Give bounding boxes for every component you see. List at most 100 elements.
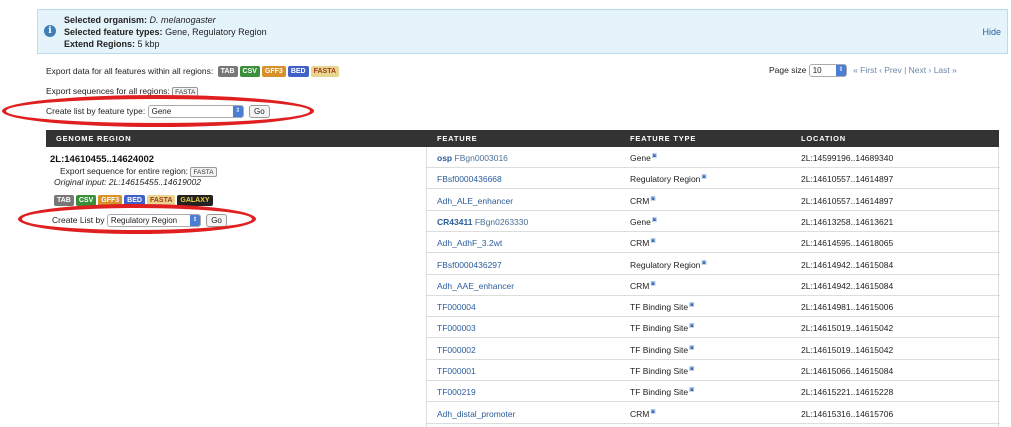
feature-types-value: Gene, Regulatory Region <box>165 27 267 37</box>
export-tab-button[interactable]: TAB <box>217 66 238 78</box>
feature-type-text: CRM <box>630 238 650 249</box>
export-all-label: Export data for all features within all … <box>46 66 214 76</box>
export-gff3-button[interactable]: GFF3 <box>261 66 286 78</box>
feature-type-text: TF Binding Site <box>630 366 689 376</box>
ontology-link-icon[interactable]: ▣ <box>701 174 706 180</box>
feature-type-text: TF Binding Site <box>630 323 689 334</box>
location-cell: 2L:14599196..14689340 <box>801 153 894 163</box>
export-csv-button[interactable]: CSV <box>239 66 260 78</box>
location-cell: 2L:14615019..14615042 <box>801 323 894 334</box>
original-input: Original input: 2L:14615455..14619002 <box>54 177 201 187</box>
ontology-link-icon[interactable]: ▣ <box>652 153 657 159</box>
table-row: TF000002 TF Binding Site▣ 2L:14615019..146… <box>427 339 1000 360</box>
table-header: GENOME REGION FEATURE FEATURE TYPE LOCAT… <box>46 130 999 147</box>
region-export-row: Export sequence for entire region: FASTA <box>60 166 217 177</box>
feature-type-cell: Regulatory Region▣ <box>630 174 707 184</box>
feature-link[interactable]: Adh_AdhF_3.2wt <box>437 238 502 248</box>
feature-link[interactable]: CR43411 FBgn0263330 <box>437 217 528 227</box>
feature-type-cell: TF Binding Site▣ <box>630 345 694 355</box>
feature-type-cell: CRM▣ <box>630 409 656 419</box>
feature-link[interactable]: osp FBgn0003016 <box>437 153 508 163</box>
location-cell: 2L:14614981..14615006 <box>801 302 894 313</box>
info-icon: i <box>44 25 56 37</box>
feature-link[interactable]: FBsf0000436668 <box>437 174 502 184</box>
ontology-link-icon[interactable]: ▣ <box>689 302 694 308</box>
pagination-nav[interactable]: « First ‹ Prev | Next › Last » <box>853 65 957 75</box>
feature-link[interactable]: Adh_distal_promoter <box>437 409 515 419</box>
feature-link[interactable]: TF000004 <box>437 302 476 312</box>
ontology-link-icon[interactable]: ▣ <box>650 409 655 415</box>
feature-link[interactable]: TF000002 <box>437 345 476 355</box>
table-row: FBsf0000436668 Regulatory Region▣ 2L:14610… <box>427 168 1000 190</box>
feature-link[interactable]: Adh_AAE_enhancer <box>437 281 514 291</box>
feature-link[interactable]: TF000001 <box>437 366 476 376</box>
region-title: 2L:14610455..14624002 <box>50 154 155 165</box>
organism-label: Selected organism: <box>64 15 148 25</box>
feature-type-cell: Gene▣ <box>630 217 657 227</box>
feature-id: Adh_AdhF_3.2wt <box>437 238 503 249</box>
export-bed-button[interactable]: BED <box>287 66 309 78</box>
feature-type-cell: TF Binding Site▣ <box>630 387 694 397</box>
feature-type-cell: Regulatory Region▣ <box>630 260 707 270</box>
location-cell: 2L:14615066..14615084 <box>801 366 894 376</box>
feature-id: TF000002 <box>437 344 476 355</box>
export-all-row: Export data for all features within all … <box>46 66 340 78</box>
export-fasta-button[interactable]: FASTA <box>310 66 340 78</box>
feature-link[interactable]: FBsf0000436297 <box>437 260 502 270</box>
feature-link[interactable]: Adh_ALE_enhancer <box>437 196 513 206</box>
info-box: i Selected organism: D. melanogaster Sel… <box>37 9 1008 54</box>
table-row: Adh_AAE_enhancer CRM▣ 2L:14614942..1461508… <box>427 275 1000 296</box>
pager: Page size 10 ⇕ « First ‹ Prev | Next › La… <box>769 64 957 77</box>
feature-id: FBsf0000436297 <box>437 259 502 270</box>
location-cell: 2L:14614942..14615084 <box>801 280 894 291</box>
organism-value: D. melanogaster <box>149 15 216 25</box>
feature-id: FBgn0003016 <box>454 153 508 163</box>
highlight-ellipse <box>18 204 256 234</box>
table-row: osp FBgn0003016 Gene▣ 2L:14599196..1468934… <box>427 147 1000 168</box>
page-size-label: Page size <box>769 64 807 75</box>
feature-id: Adh_distal_promoter <box>437 408 516 419</box>
header-feature-type: FEATURE TYPE <box>630 134 697 143</box>
ontology-link-icon[interactable]: ▣ <box>689 323 694 329</box>
info-lines: Selected organism: D. melanogaster Selec… <box>64 14 267 50</box>
feature-type-cell: CRM▣ <box>630 196 656 206</box>
ontology-link-icon[interactable]: ▣ <box>701 260 706 266</box>
table-row: Adh_ALE_enhancer CRM▣ 2L:14610557..1461489… <box>427 190 1000 211</box>
feature-type-text: TF Binding Site <box>630 387 689 398</box>
ontology-link-icon[interactable]: ▣ <box>650 238 655 244</box>
location-cell: 2L:14613258..14613621 <box>801 216 894 227</box>
ontology-link-icon[interactable]: ▣ <box>689 366 694 372</box>
feature-type-cell: Gene▣ <box>630 153 657 163</box>
feature-type-text: Regulatory Region <box>630 259 701 270</box>
ontology-link-icon[interactable]: ▣ <box>689 345 694 351</box>
page-size-select[interactable]: 10 ⇕ <box>808 64 847 77</box>
feature-id: TF000004 <box>437 302 476 313</box>
page-size-value: 10 <box>812 66 822 75</box>
select-arrows-icon: ⇕ <box>835 65 846 76</box>
hide-link[interactable]: Hide <box>982 27 1001 37</box>
feature-type-text: CRM <box>630 280 650 291</box>
ontology-link-icon[interactable]: ▣ <box>650 281 655 287</box>
feature-table: osp FBgn0003016 Gene▣ 2L:14599196..1468934… <box>426 147 1000 427</box>
extend-regions-label: Extend Regions: <box>64 39 136 49</box>
table-row: TF000001 TF Binding Site▣ 2L:14615066..146… <box>427 360 1000 381</box>
feature-type-text: Regulatory Region <box>630 174 701 185</box>
table-row: CR43411 FBgn0263330 Gene▣ 2L:14613258..146… <box>427 211 1000 232</box>
feature-type-text: CRM <box>630 195 650 206</box>
feature-link[interactable]: TF000219 <box>437 387 476 397</box>
table-row: Adh_distal_promoter CRM▣ 2L:14615316..1461… <box>427 403 1000 424</box>
ontology-link-icon[interactable]: ▣ <box>650 196 655 202</box>
feature-type-text: TF Binding Site <box>630 302 689 313</box>
feature-type-cell: TF Binding Site▣ <box>630 302 694 312</box>
feature-link[interactable]: TF000003 <box>437 323 476 333</box>
region-fasta-button[interactable]: FASTA <box>190 166 217 177</box>
ontology-link-icon[interactable]: ▣ <box>689 387 694 393</box>
header-feature: FEATURE <box>437 134 478 143</box>
location-cell: 2L:14610557..14614897 <box>801 195 894 206</box>
ontology-link-icon[interactable]: ▣ <box>652 217 657 223</box>
location-cell: 2L:14610557..14614897 <box>801 174 894 185</box>
header-genome-region: GENOME REGION <box>56 134 132 143</box>
region-tab-button[interactable]: TAB <box>54 195 74 207</box>
region-export-label: Export sequence for entire region: <box>60 166 189 176</box>
feature-type-cell: TF Binding Site▣ <box>630 323 694 333</box>
